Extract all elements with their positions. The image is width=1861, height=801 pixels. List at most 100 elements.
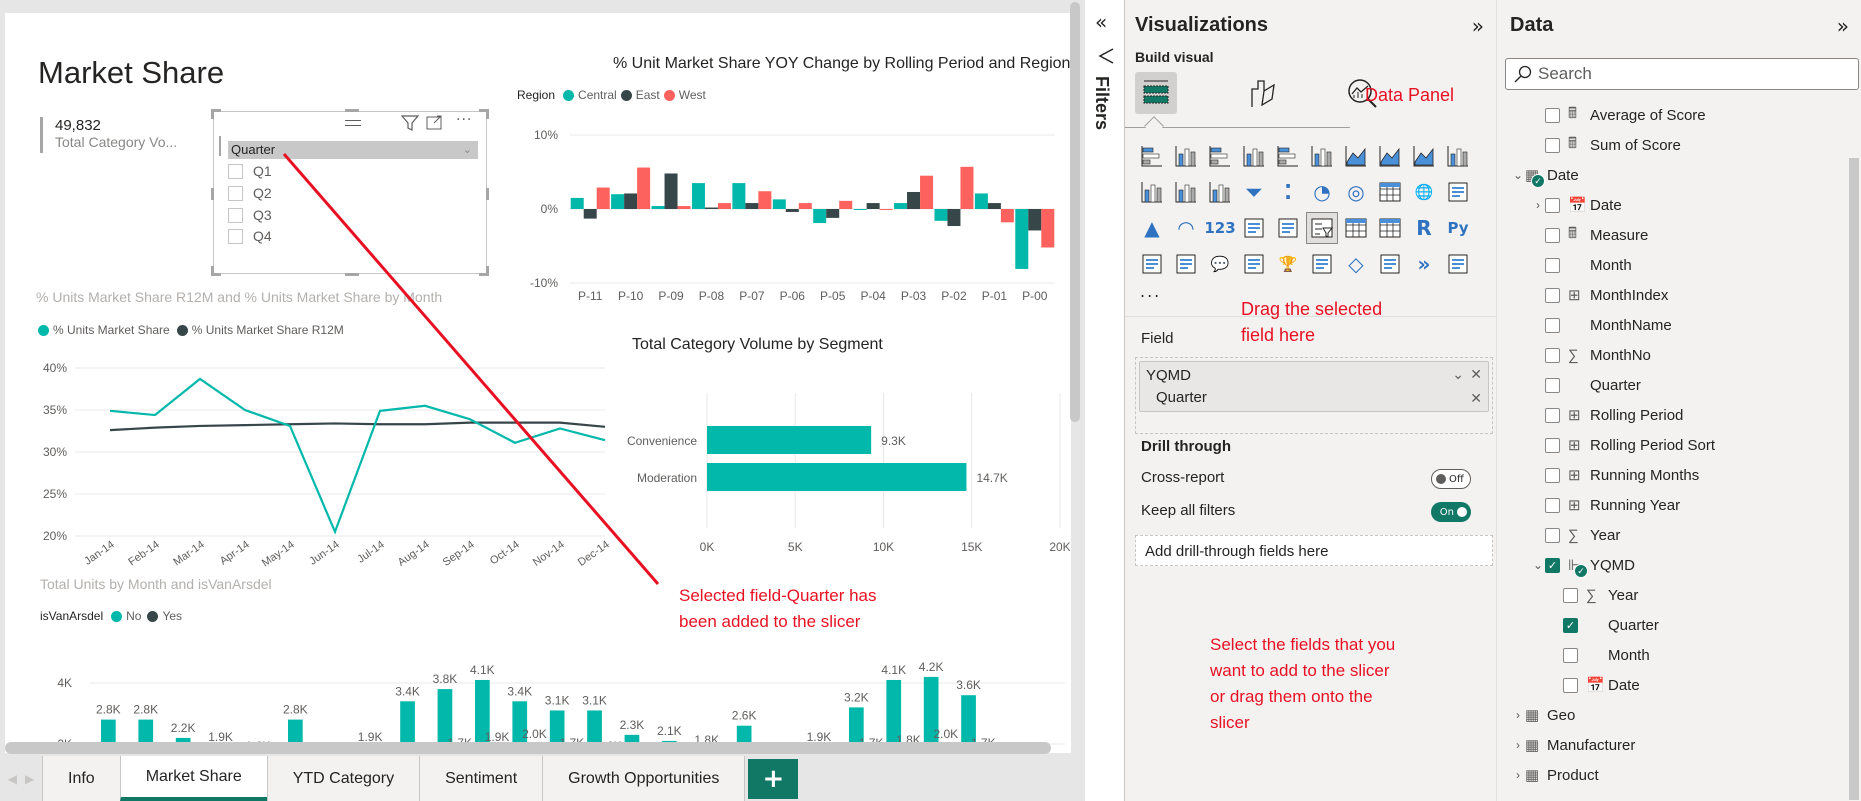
checkbox[interactable] xyxy=(228,207,243,223)
field-checkbox[interactable] xyxy=(1563,587,1578,603)
ribbon-chart-icon[interactable] xyxy=(1171,177,1201,207)
multi-row-card-icon[interactable] xyxy=(1239,213,1269,243)
drag-handle-icon[interactable] xyxy=(345,120,361,126)
power-automate-flow-icon[interactable] xyxy=(1443,249,1473,279)
field-checkbox[interactable] xyxy=(1545,437,1560,453)
field-checkbox[interactable] xyxy=(1563,647,1578,663)
field-rolling-period-sort[interactable]: ⊞ Rolling Period Sort xyxy=(1545,433,1715,457)
expand-icon[interactable]: » xyxy=(1472,14,1484,38)
field-checkbox[interactable] xyxy=(1545,527,1560,543)
table-manufacturer[interactable]: › ▦ Manufacturer xyxy=(1511,733,1635,757)
stacked-column-chart-icon[interactable] xyxy=(1171,141,1201,171)
resize-handle-left[interactable] xyxy=(211,188,214,200)
paginated-report-icon[interactable] xyxy=(1307,249,1337,279)
field-average-of-score[interactable]: 🖩 Average of Score xyxy=(1545,103,1706,127)
canvas-horizontal-scrollbar[interactable] xyxy=(5,742,1051,754)
field-checkbox[interactable] xyxy=(1545,107,1560,123)
python-visual-icon[interactable]: Py xyxy=(1443,213,1473,243)
100-stacked-bar-chart-icon[interactable] xyxy=(1273,141,1303,171)
legend-label[interactable]: Yes xyxy=(162,609,182,623)
field-checkbox[interactable] xyxy=(1545,377,1560,393)
tab-ytd-category[interactable]: YTD Category xyxy=(266,756,420,801)
tab-prev-icon[interactable]: ◀ xyxy=(8,772,17,786)
remove-field-icon[interactable]: ✕ xyxy=(1470,366,1482,383)
resize-corner-br[interactable] xyxy=(479,266,489,276)
quarter-slicer[interactable]: ··· Quarter ⌄ Q1 Q2 Q3 Q4 xyxy=(211,109,489,276)
table-date[interactable]: ⌄▦✓Date xyxy=(1511,163,1579,188)
field-well[interactable]: YQMD ⌄ ✕ Quarter ✕ xyxy=(1135,357,1493,434)
tab-build-visual[interactable] xyxy=(1135,72,1177,114)
field-checkbox[interactable]: ✓ xyxy=(1563,617,1578,633)
resize-handle-top[interactable] xyxy=(345,109,359,112)
filters-pane-collapsed[interactable]: « Filters xyxy=(1085,0,1125,801)
field-quarter[interactable]: Quarter xyxy=(1545,373,1641,397)
table-geo[interactable]: › ▦ Geo xyxy=(1511,703,1575,727)
resize-handle-bottom[interactable] xyxy=(345,273,359,276)
legend-label[interactable]: West xyxy=(679,88,706,102)
field-yqmd[interactable]: ⌄ ✓ ⊩ ✓ YQMD xyxy=(1531,553,1635,578)
chevron-right-icon[interactable]: › xyxy=(1511,738,1525,752)
table-product[interactable]: › ▦ Product xyxy=(1511,763,1599,787)
clustered-bar-chart-icon[interactable] xyxy=(1205,141,1235,171)
metrics-icon[interactable]: 🏆 xyxy=(1273,249,1303,279)
focus-mode-icon[interactable] xyxy=(426,115,443,131)
tab-market-share[interactable]: Market Share xyxy=(119,756,267,801)
data-pane-scrollbar[interactable] xyxy=(1849,158,1859,800)
slicer-icon[interactable] xyxy=(1306,212,1338,244)
slicer-item-q3[interactable]: Q3 xyxy=(228,207,272,223)
chevron-right-icon[interactable]: › xyxy=(1511,768,1525,782)
legend-label[interactable]: Central xyxy=(578,88,617,102)
cross-report-toggle[interactable]: Off xyxy=(1431,469,1471,489)
scatter-chart-icon[interactable]: ⁚ xyxy=(1273,177,1303,207)
line-and-stacked-column-chart-icon[interactable] xyxy=(1443,141,1473,171)
chevron-down-icon[interactable]: ⌄ xyxy=(1531,558,1545,572)
drill-through-well[interactable]: Add drill-through fields here xyxy=(1135,535,1493,566)
yoy-chart[interactable]: 10% 0% -10% P-11 P-10 P-09 P-08 P-07 P-06 P-05 P-0… xyxy=(510,113,1070,308)
map-icon[interactable]: 🌐 xyxy=(1409,177,1439,207)
field-month[interactable]: Month xyxy=(1545,253,1632,277)
field-checkbox[interactable] xyxy=(1545,467,1560,483)
tab-next-icon[interactable]: ▶ xyxy=(25,772,34,786)
field-checkbox[interactable] xyxy=(1563,677,1578,693)
checkbox[interactable] xyxy=(228,228,243,244)
funnel-chart-icon[interactable]: ⏷ xyxy=(1239,177,1269,207)
kpi-icon[interactable] xyxy=(1273,213,1303,243)
collapse-filters-icon[interactable]: « xyxy=(1095,10,1107,34)
slicer-item-q1[interactable]: Q1 xyxy=(228,163,272,179)
field-date[interactable]: › 📅 Date xyxy=(1531,193,1622,217)
checkbox[interactable] xyxy=(228,185,243,201)
decomposition-tree-icon[interactable] xyxy=(1171,249,1201,279)
field-monthno[interactable]: ∑ MonthNo xyxy=(1545,343,1651,367)
kpi-card[interactable]: 49,832 Total Category Vo... xyxy=(40,117,177,153)
field-checkbox[interactable] xyxy=(1545,227,1560,243)
units-chart[interactable]: 4K2K2.8K1.4K2.8K1.3K2.2K1.2K1.9K1.0K1.6K… xyxy=(30,653,1070,753)
field-well-item[interactable]: YQMD ⌄ ✕ Quarter ✕ xyxy=(1139,361,1489,412)
legend-label[interactable]: No xyxy=(126,609,141,623)
chevron-right-icon[interactable]: › xyxy=(1531,198,1545,212)
qna-icon[interactable]: 💬 xyxy=(1205,249,1235,279)
matrix-icon[interactable] xyxy=(1375,213,1405,243)
field-monthindex[interactable]: ⊞ MonthIndex xyxy=(1545,283,1668,307)
gauge-icon[interactable]: ◠ xyxy=(1171,213,1201,243)
search-input[interactable]: Search xyxy=(1505,58,1859,90)
field-checkbox[interactable] xyxy=(1545,317,1560,333)
power-automate-icon[interactable]: » xyxy=(1409,249,1439,279)
segment-chart[interactable]: 0K 5K 10K 15K 20K Convenience 9.3K Moderation 14… xyxy=(615,378,1070,553)
resize-handle-right[interactable] xyxy=(486,188,489,200)
clustered-column-chart-icon[interactable] xyxy=(1239,141,1269,171)
field-checkbox[interactable] xyxy=(1545,137,1560,153)
checkbox[interactable] xyxy=(228,163,243,179)
slicer-item-q2[interactable]: Q2 xyxy=(228,185,272,201)
slicer-item-q4[interactable]: Q4 xyxy=(228,228,272,244)
line-chart[interactable]: 40% 35% 30% 25% 20% Jan-14 Feb-14 Mar-14 Apr-14 M… xyxy=(30,348,610,573)
donut-chart-icon[interactable]: ◎ xyxy=(1341,177,1371,207)
canvas-vertical-scrollbar[interactable] xyxy=(1070,2,1080,422)
field-measure[interactable]: 🖩 Measure xyxy=(1545,223,1648,247)
resize-corner-bl[interactable] xyxy=(211,266,221,276)
field-checkbox[interactable] xyxy=(1545,347,1560,363)
field-quarter[interactable]: ✓ Quarter xyxy=(1563,613,1659,637)
field-running-year[interactable]: ⊞ Running Year xyxy=(1545,493,1680,517)
field-year[interactable]: ∑ Year xyxy=(1545,523,1620,547)
chevron-right-icon[interactable]: › xyxy=(1511,708,1525,722)
resize-corner-tr[interactable] xyxy=(479,109,489,119)
